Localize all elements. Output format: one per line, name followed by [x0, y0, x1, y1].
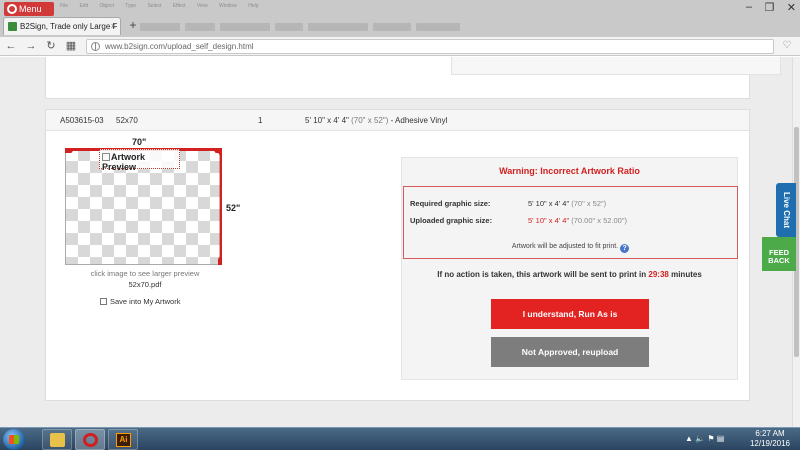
tab-close-icon[interactable]: × [111, 18, 116, 35]
bg-menu-item: Help [248, 3, 259, 9]
save-artwork-checkbox[interactable] [100, 298, 107, 305]
notice-prefix: If no action is taken, this artwork will… [437, 270, 647, 279]
required-size-label: Required graphic size: [410, 199, 491, 208]
uploaded-size-value: 5' 10" x 4' 4" (70.00" x 52.00") [528, 216, 627, 225]
reload-icon[interactable]: ↻ [44, 39, 58, 53]
required-size-value: 5' 10" x 4' 4" (70" x 52") [528, 199, 606, 208]
live-chat-tab[interactable]: Live Chat [776, 183, 796, 237]
taskbar-clock[interactable]: 6:27 AM 12/19/2016 [745, 429, 795, 449]
save-artwork-option[interactable]: Save into My Artwork [100, 297, 180, 306]
background-app-menubar: File Edit Object Type Select Effect View… [60, 3, 520, 13]
start-button[interactable] [3, 429, 25, 450]
clock-time: 6:27 AM [755, 429, 785, 438]
preview-hint: click image to see larger preview [90, 269, 200, 278]
arrow-right-icon[interactable]: → [24, 39, 38, 53]
minimize-button[interactable]: – [746, 1, 752, 15]
bg-menu-item: Window [219, 3, 237, 9]
taskbar-illustrator[interactable]: Ai [108, 429, 138, 450]
flag-icon[interactable]: ⚑ [707, 434, 714, 443]
address-bar-row: ← → ↻ ▦ www.b2sign.com/upload_self_desig… [0, 37, 800, 56]
artwork-filename[interactable]: 52x70.pdf [65, 280, 225, 289]
broken-image-icon [102, 153, 110, 161]
home-grid-icon[interactable]: ▦ [64, 39, 78, 53]
feedback-button[interactable]: FEED BACK [762, 237, 796, 271]
order-item-card: A503615-03 52x70 1 5' 10" x 4' 4" (70" x… [45, 109, 750, 401]
warning-panel: Warning: Incorrect Artwork Ratio Require… [401, 157, 738, 380]
network-icon[interactable]: ▤ [717, 434, 725, 443]
opera-icon [83, 433, 98, 447]
windows-taskbar: Ai ▲ 🔈 ⚑ ▤ 6:27 AM 12/19/2016 [0, 427, 800, 450]
product-size-inches: (70" x 52") [351, 116, 389, 125]
tab-title: B2Sign, Trade only Large F [20, 22, 118, 31]
bg-menu-item: Object [99, 3, 114, 9]
opera-logo-icon [7, 4, 17, 14]
url-field[interactable]: www.b2sign.com/upload_self_design.html [86, 39, 774, 54]
uploaded-size-inches: (70.00" x 52.00") [571, 216, 628, 225]
bg-menu-item: View [196, 3, 208, 9]
save-artwork-label: Save into My Artwork [110, 297, 181, 306]
menu-label: Menu [19, 4, 42, 14]
height-guide-bar [218, 148, 222, 265]
arrow-left-icon[interactable]: ← [4, 39, 18, 53]
product-description: 5' 10" x 4' 4" (70" x 52") - Adhesive Vi… [305, 116, 447, 125]
help-icon[interactable]: ? [620, 244, 630, 253]
product-size: 5' 10" x 4' 4" [305, 116, 349, 125]
adjust-note: Artwork will be adjusted to fit print.? [404, 243, 737, 253]
height-dimension-label: 52" [226, 203, 241, 213]
notice-suffix: minutes [671, 270, 702, 279]
taskbar-explorer[interactable] [42, 429, 72, 450]
uploaded-size-label: Uploaded graphic size: [410, 216, 493, 225]
previous-item-card [45, 57, 781, 99]
background-app-toolbar [140, 18, 540, 31]
feedback-label-line2: BACK [768, 256, 790, 265]
order-item-row: A503615-03 52x70 1 5' 10" x 4' 4" (70" x… [46, 110, 749, 131]
uploaded-size-feet: 5' 10" x 4' 4" [528, 216, 570, 225]
globe-icon [91, 42, 100, 51]
product-material: - Adhesive Vinyl [388, 116, 448, 125]
warning-title: Warning: Incorrect Artwork Ratio [499, 166, 640, 176]
url-text: www.b2sign.com/upload_self_design.html [105, 42, 254, 51]
new-tab-button[interactable]: + [126, 19, 140, 32]
folder-icon [50, 433, 65, 447]
countdown-timer: 29:38 [648, 270, 669, 279]
maximize-button[interactable]: ❐ [765, 1, 775, 15]
page-content: A503615-03 52x70 1 5' 10" x 4' 4" (70" x… [0, 57, 800, 427]
browser-tab[interactable]: B2Sign, Trade only Large F × [3, 17, 121, 35]
reupload-button[interactable]: Not Approved, reupload [491, 337, 649, 367]
illustrator-icon: Ai [116, 433, 131, 447]
opera-menu-button[interactable]: Menu [4, 2, 54, 16]
volume-icon[interactable]: 🔈 [695, 434, 705, 443]
required-size-inches: (70" x 52") [571, 199, 607, 208]
bg-menu-item: File [60, 3, 69, 9]
system-tray: ▲ 🔈 ⚑ ▤ [685, 434, 745, 446]
browser-tab-bar: Menu File Edit Object Type Select Effect… [0, 0, 800, 37]
quantity: 1 [258, 116, 263, 125]
taskbar-opera[interactable] [75, 429, 105, 450]
bookmark-heart-icon[interactable]: ♡ [780, 39, 794, 53]
run-as-is-button[interactable]: I understand, Run As is [491, 299, 649, 329]
bg-menu-item: Edit [79, 3, 89, 9]
clock-date: 12/19/2016 [749, 439, 791, 448]
required-size-feet: 5' 10" x 4' 4" [528, 199, 570, 208]
window-controls: – ❐ ✕ [746, 1, 796, 15]
bg-menu-item: Effect [172, 3, 186, 9]
screen: Menu File Edit Object Type Select Effect… [0, 0, 800, 450]
artwork-preview-alt: Artwork Preview [99, 149, 180, 172]
bg-menu-item: Type [125, 3, 137, 9]
artwork-preview[interactable]: Artwork Preview [65, 148, 222, 265]
bg-menu-item: Select [147, 3, 162, 9]
site-favicon-icon [8, 22, 17, 31]
adjust-note-text: Artwork will be adjusted to fit print. [511, 243, 619, 250]
close-window-button[interactable]: ✕ [787, 1, 796, 15]
auto-print-notice: If no action is taken, this artwork will… [402, 270, 737, 279]
previous-item-panel [451, 57, 781, 75]
size-comparison-box: Required graphic size: 5' 10" x 4' 4" (7… [403, 186, 738, 259]
file-size: 52x70 [116, 116, 138, 125]
order-id: A503615-03 [60, 116, 104, 125]
chevron-up-icon[interactable]: ▲ [685, 434, 693, 443]
width-dimension-label: 70" [132, 137, 147, 147]
